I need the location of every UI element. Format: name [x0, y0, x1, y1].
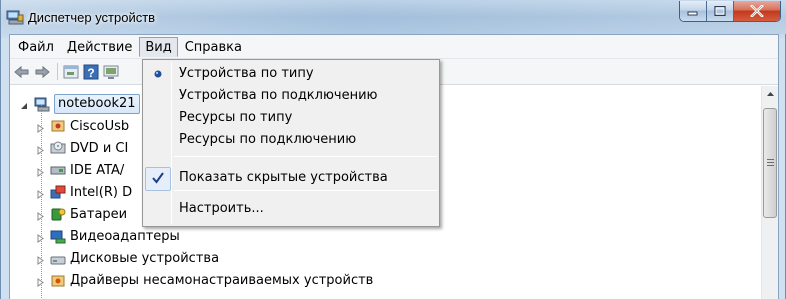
scan-icon [103, 65, 119, 79]
menu-view[interactable]: Вид [139, 36, 178, 57]
disk-icon [50, 251, 66, 267]
tree-row[interactable]: IDE ATA/ [36, 159, 124, 181]
properties-icon [63, 65, 79, 78]
battery-icon [50, 206, 66, 222]
menu-bar: Файл Действие Вид Справка [10, 35, 778, 59]
properties-button[interactable] [62, 63, 80, 81]
tree-row-label: Батареи [70, 206, 128, 222]
toolbar-separator [57, 63, 58, 80]
tree-row-label: IDE ATA/ [70, 162, 125, 178]
menu-item-devices-by-connection[interactable]: Устройства по подключению [145, 85, 437, 107]
svg-text:?: ? [87, 66, 94, 80]
window-title: Диспетчер устройств [28, 10, 156, 25]
view-menu-dropdown: Устройства по типу Устройства по подключе… [142, 59, 440, 227]
close-button[interactable] [734, 1, 780, 21]
checkmark-icon [150, 170, 166, 186]
menu-separator [174, 190, 437, 191]
menu-separator [174, 156, 437, 157]
menu-file[interactable]: Файл [12, 37, 60, 57]
tree-root-label: notebook21 [54, 94, 140, 114]
collapse-arrow-icon[interactable] [20, 100, 29, 109]
scroll-up-button[interactable] [762, 86, 779, 103]
caption-buttons [679, 1, 781, 22]
tree-row[interactable]: CiscoUsb [36, 115, 129, 137]
minimize-button[interactable] [680, 1, 707, 21]
forward-button[interactable] [33, 63, 51, 81]
title-bar[interactable]: Диспетчер устройств [1, 0, 786, 34]
back-button[interactable] [13, 63, 31, 81]
menu-item-resources-by-type[interactable]: Ресурсы по типу [145, 107, 437, 129]
tree-row-label: Intel(R) D [70, 184, 133, 200]
device-manager-window: Диспетчер устройств Файл Действие Вид Сп… [0, 0, 786, 299]
scroll-thumb[interactable] [763, 108, 777, 218]
usb-device-icon [50, 118, 66, 134]
menu-item-label: Настроить... [179, 201, 264, 216]
back-icon [14, 65, 29, 78]
menu-help[interactable]: Справка [179, 37, 248, 57]
menu-item-label: Устройства по типу [179, 66, 314, 81]
tree-row[interactable]: Батареи [36, 203, 127, 225]
intel-icon [50, 184, 66, 200]
tree-row[interactable]: Драйверы несамонастраиваемых устройств [36, 270, 373, 292]
dvd-icon [50, 140, 66, 156]
tree-root-row[interactable]: notebook21 [20, 93, 140, 115]
scan-hardware-button[interactable] [102, 63, 120, 81]
menu-item-devices-by-type[interactable]: Устройства по типу [145, 63, 437, 85]
radio-bullet-icon [150, 66, 166, 82]
device-manager-app-icon [6, 10, 24, 25]
tree-row[interactable]: DVD и CI [36, 137, 128, 159]
tree-row-label: Дисковые устройства [70, 251, 220, 267]
menu-item-label: Ресурсы по типу [179, 110, 293, 125]
ide-icon [50, 162, 66, 178]
forward-icon [35, 65, 50, 78]
tree-row[interactable]: Intel(R) D [36, 181, 132, 203]
tree-row[interactable]: Видеоадаптеры [36, 226, 180, 248]
menu-item-show-hidden-devices[interactable]: Показать скрытые устройства [145, 167, 437, 191]
vertical-scrollbar[interactable] [761, 86, 778, 299]
scroll-up-icon [767, 92, 774, 96]
computer-icon [34, 96, 50, 112]
help-button[interactable]: ? [82, 63, 100, 81]
tree-row-label: CiscoUsb [70, 118, 130, 134]
tree-row-label: DVD и CI [70, 140, 129, 156]
menu-item-resources-by-connection[interactable]: Ресурсы по подключению [145, 129, 437, 151]
maximize-button[interactable] [707, 1, 734, 21]
menu-item-label: Показать скрытые устройства [179, 170, 388, 185]
menu-action[interactable]: Действие [61, 37, 138, 57]
display-adapter-icon [50, 229, 66, 245]
maximize-icon [714, 6, 726, 16]
menu-item-customize[interactable]: Настроить... [145, 198, 437, 220]
tree-row-label: Драйверы несамонастраиваемых устройств [70, 273, 374, 289]
minimize-icon [687, 11, 698, 16]
tree-row[interactable]: Дисковые устройства [36, 248, 219, 270]
menu-item-label: Ресурсы по подключению [179, 132, 357, 147]
tree-guide-line [41, 105, 42, 299]
menu-item-label: Устройства по подключению [179, 88, 378, 103]
help-icon: ? [83, 64, 99, 80]
driver-icon [50, 273, 66, 289]
tree-row-label: Видеоадаптеры [70, 229, 180, 244]
close-icon [750, 5, 764, 17]
